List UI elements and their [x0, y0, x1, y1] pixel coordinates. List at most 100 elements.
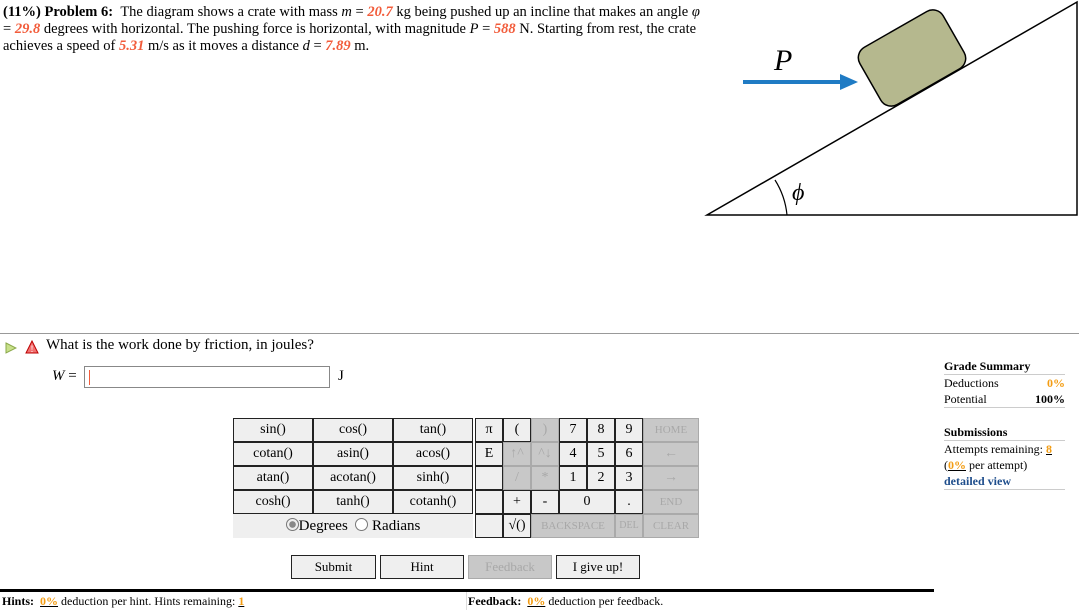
key-rparen: ): [531, 418, 559, 442]
key-plus[interactable]: +: [503, 490, 531, 514]
key-cotan[interactable]: cotan(): [233, 442, 313, 466]
var: d: [302, 38, 310, 54]
key-atan[interactable]: atan(): [233, 466, 313, 490]
give-up-button[interactable]: I give up!: [556, 555, 640, 579]
hints-text: deduction per hint. Hints remaining:: [58, 594, 239, 608]
key-e[interactable]: E: [475, 442, 503, 466]
radians-label: Radians: [372, 518, 421, 534]
key-tanh[interactable]: tanh(): [313, 490, 393, 514]
key-blank: [475, 490, 503, 514]
key-n0[interactable]: 0: [559, 490, 615, 514]
expand-triangle-icon[interactable]: [5, 342, 17, 354]
svg-text:!: !: [31, 344, 34, 354]
key-n6[interactable]: 6: [615, 442, 643, 466]
unit-label: J: [338, 368, 344, 384]
key-del: DEL: [615, 514, 643, 538]
problem-weight: (11%): [3, 4, 41, 20]
key-left: ←: [643, 442, 699, 466]
per-attempt-value: 0%: [948, 458, 966, 472]
potential-label: Potential: [944, 392, 987, 406]
answer-variable: W: [52, 368, 65, 384]
text-cursor: [89, 370, 90, 385]
key-right: →: [643, 466, 699, 490]
key-blank: [475, 466, 503, 490]
key-div: /: [503, 466, 531, 490]
key-n5[interactable]: 5: [587, 442, 615, 466]
key-sin[interactable]: sin(): [233, 418, 313, 442]
key-cos[interactable]: cos(): [313, 418, 393, 442]
warning-icon: !: [25, 340, 39, 354]
angle-value: 29.8: [14, 21, 41, 37]
feedback-text: deduction per feedback.: [545, 594, 664, 608]
problem-label: Problem 6:: [44, 4, 114, 20]
feedback-info: Feedback: 0% deduction per feedback.: [468, 594, 663, 609]
key-sinh[interactable]: sinh(): [393, 466, 473, 490]
key-minus[interactable]: -: [531, 490, 559, 514]
key-end: END: [643, 490, 699, 514]
feedback-label: Feedback:: [468, 594, 522, 608]
key-cosh[interactable]: cosh(): [233, 490, 313, 514]
key-n3[interactable]: 3: [615, 466, 643, 490]
hints-info: Hints: 0% deduction per hint. Hints rema…: [2, 594, 244, 609]
text: m/s as it moves a distance: [144, 38, 303, 54]
hints-remaining: 1: [238, 594, 245, 608]
key-dot[interactable]: .: [615, 490, 643, 514]
answer-input[interactable]: [84, 366, 330, 388]
key-mul: *: [531, 466, 559, 490]
key-clear: CLEAR: [643, 514, 699, 538]
radians-radio[interactable]: [355, 518, 369, 531]
key-acotan[interactable]: acotan(): [313, 466, 393, 490]
submit-button[interactable]: Submit: [291, 555, 376, 579]
submissions-title: Submissions: [944, 425, 1008, 439]
var: φ: [691, 4, 700, 20]
key-n2[interactable]: 2: [587, 466, 615, 490]
key-n9[interactable]: 9: [615, 418, 643, 442]
key-n4[interactable]: 4: [559, 442, 587, 466]
text: =: [478, 21, 494, 37]
key-up: ↑^: [503, 442, 531, 466]
problem-statement: (11%) Problem 6: The diagram shows a cra…: [3, 4, 703, 55]
force-label: P: [773, 44, 792, 77]
question-text: What is the work done by friction, in jo…: [46, 337, 314, 353]
hints-pct: 0%: [40, 594, 59, 608]
key-tan[interactable]: tan(): [393, 418, 473, 442]
per-attempt-label: per attempt): [966, 458, 1028, 472]
arrowhead-icon: [840, 74, 858, 90]
text: degrees with horizontal. The pushing for…: [40, 21, 470, 37]
text: The diagram shows a crate with mass: [120, 4, 342, 20]
key-acos[interactable]: acos(): [393, 442, 473, 466]
key-asin[interactable]: asin(): [313, 442, 393, 466]
attempts-label: Attempts remaining:: [944, 442, 1046, 456]
detailed-view-link[interactable]: detailed view: [944, 474, 1011, 488]
angle-label: ϕ: [792, 180, 804, 206]
key-sqrt[interactable]: √(): [503, 514, 531, 538]
potential-value: 100%: [1035, 392, 1065, 406]
key-cotanh[interactable]: cotanh(): [393, 490, 473, 514]
key-n8[interactable]: 8: [587, 418, 615, 442]
key-n1[interactable]: 1: [559, 466, 587, 490]
key-lparen[interactable]: (: [503, 418, 531, 442]
attempts-value: 8: [1045, 442, 1052, 456]
text: =: [3, 21, 15, 37]
equals: =: [64, 368, 77, 384]
distance-value: 7.89: [325, 38, 351, 54]
deductions-label: Deductions: [944, 376, 999, 390]
question-divider: [0, 333, 1079, 334]
incline-diagram: P ϕ: [704, 0, 1078, 216]
feedback-pct: 0%: [527, 594, 546, 608]
text: =: [309, 38, 326, 54]
key-n7[interactable]: 7: [559, 418, 587, 442]
angle-mode: Degrees Radians: [233, 514, 473, 538]
deductions-value: 0%: [1047, 376, 1065, 390]
var: m: [341, 4, 352, 20]
mass-value: 20.7: [367, 4, 393, 20]
key-pi[interactable]: π: [475, 418, 503, 442]
grade-title: Grade Summary: [944, 359, 1031, 373]
force-value: 588: [493, 21, 516, 37]
key-down: ^↓: [531, 442, 559, 466]
degrees-label: Degrees: [298, 518, 348, 534]
speed-value: 5.31: [118, 38, 145, 54]
footer-divider: [0, 589, 934, 592]
hint-button[interactable]: Hint: [380, 555, 464, 579]
degrees-radio[interactable]: [285, 518, 299, 531]
